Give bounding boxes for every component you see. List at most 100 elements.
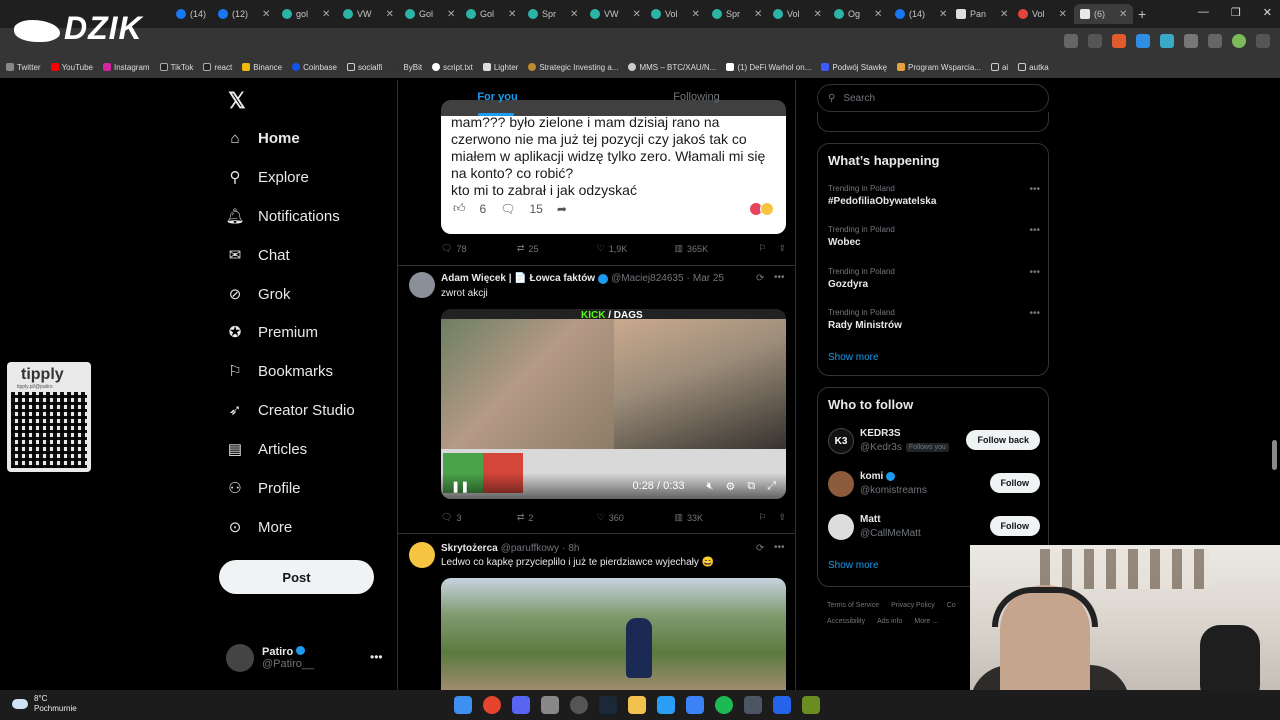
settings-gear-icon[interactable]: ⚙ [725, 480, 735, 493]
footer-link[interactable]: Accessibility [827, 618, 865, 625]
avatar[interactable] [409, 542, 435, 568]
bookmark-item[interactable]: Coinbase [292, 63, 337, 72]
x-logo-icon[interactable]: 𝕏 [228, 88, 246, 114]
app-icon[interactable] [686, 696, 704, 714]
star-icon[interactable] [1088, 34, 1102, 48]
tab-for-you[interactable]: For you [398, 80, 597, 116]
close-icon[interactable]: ✕ [508, 9, 516, 20]
close-icon[interactable]: ✕ [386, 9, 394, 20]
post-date[interactable]: Mar 25 [693, 273, 724, 284]
fullscreen-icon[interactable]: ⤢ [767, 480, 776, 493]
maximize-icon[interactable]: ❐ [1231, 6, 1241, 19]
repost-button[interactable]: ⇄ 25 [517, 243, 597, 254]
more-dots-icon[interactable]: ••• [1029, 225, 1040, 236]
more-dots-icon[interactable]: ••• [1029, 184, 1040, 195]
bookmark-item[interactable]: react [203, 63, 232, 72]
nav-home[interactable]: ⌂ Home [226, 129, 299, 147]
browser-tab[interactable]: Spr ✕ [528, 4, 578, 24]
footer-link[interactable]: Co [947, 602, 956, 609]
minimize-icon[interactable]: — [1198, 6, 1209, 19]
footer-link[interactable]: Privacy Policy [891, 602, 935, 609]
avatar[interactable] [409, 272, 435, 298]
close-icon[interactable]: ✕ [262, 9, 270, 20]
pause-icon[interactable]: ❚❚ [451, 480, 469, 493]
playlist-icon[interactable] [1208, 34, 1222, 48]
profile-icon[interactable] [1232, 34, 1246, 48]
grok-icon[interactable]: ⟳ [756, 543, 764, 554]
address-bar[interactable] [0, 28, 1280, 56]
chrome-icon[interactable] [483, 696, 501, 714]
more-dots-icon[interactable]: ••• [1029, 308, 1040, 319]
close-icon[interactable]: ✕ [939, 9, 947, 20]
bookmark-item[interactable]: ByBit [392, 63, 422, 72]
post-handle[interactable]: @paruffkowy [501, 543, 559, 554]
more-dots-icon[interactable]: ••• [1029, 267, 1040, 278]
new-tab-button[interactable]: + [1138, 4, 1146, 24]
embedded-screenshot[interactable]: mam??? było zielone i mam dzisiaj rano n… [441, 100, 786, 234]
show-more-link[interactable]: Show more [828, 352, 879, 363]
post-date[interactable]: 8h [568, 543, 579, 554]
browser-tab[interactable]: Pan ✕ [956, 4, 1008, 24]
file-explorer-icon[interactable] [628, 696, 646, 714]
follow-button[interactable]: Follow [989, 516, 1040, 536]
bookmark-item[interactable]: Lighter [482, 63, 518, 72]
browser-tab[interactable]: Og ✕ [834, 4, 882, 24]
follow-suggestion[interactable]: komi @komistreams Follow [828, 467, 1040, 503]
windows-start-icon[interactable] [454, 696, 472, 714]
browser-tab[interactable]: Vol ✕ [1018, 4, 1067, 24]
bookmark-item[interactable]: (1) DeFi Warhol on... [726, 63, 811, 72]
menu-icon[interactable] [1256, 34, 1270, 48]
browser-tab[interactable]: VW ✕ [590, 4, 641, 24]
bookmark-folder[interactable]: ai [990, 63, 1008, 72]
grok-icon[interactable]: ⟳ [756, 273, 764, 284]
close-icon[interactable]: ✕ [874, 9, 882, 20]
nav-notifications[interactable]: 🔔︎ Notifications [225, 207, 339, 226]
obs-icon[interactable] [570, 696, 588, 714]
search-input[interactable]: ⚲ Search [817, 84, 1049, 112]
discord-icon[interactable] [512, 696, 530, 714]
app-icon[interactable] [657, 696, 675, 714]
post-handle[interactable]: @Maciej824635 [611, 273, 683, 284]
follow-back-button[interactable]: Follow back [966, 430, 1040, 450]
scrollbar-thumb[interactable] [1272, 440, 1277, 470]
bookmark-folder[interactable]: socialfi [346, 63, 382, 72]
post-button[interactable]: Post [219, 560, 374, 594]
browser-tab[interactable]: Gol ✕ [405, 4, 455, 24]
nav-explore[interactable]: ⚲ Explore [226, 168, 309, 187]
translate-icon[interactable] [1160, 34, 1174, 48]
browser-tab[interactable]: (14)✕ [895, 4, 947, 24]
follow-suggestion[interactable]: Matt @CallMeMatt Follow [828, 510, 1040, 546]
close-icon[interactable]: ✕ [1059, 9, 1067, 20]
post-author[interactable]: Adam Więcek | 📄 Łowca faktów [441, 273, 595, 284]
views-button[interactable]: ▥ 365K [675, 243, 759, 254]
browser-tab[interactable]: (12) ✕ [218, 4, 270, 24]
close-window-icon[interactable]: ✕ [1263, 6, 1272, 19]
reply-button[interactable]: 🗨︎ 78 [441, 243, 517, 254]
app-icon[interactable] [541, 696, 559, 714]
close-icon[interactable]: ✕ [570, 9, 578, 20]
bookmark-icon[interactable]: ⚐ [758, 512, 766, 523]
browser-tab-active[interactable]: (6) ✕ [1074, 4, 1134, 24]
footer-link[interactable]: Ads info [877, 618, 902, 625]
close-icon[interactable]: ✕ [1000, 9, 1008, 20]
follow-suggestion[interactable]: K3 KEDR3S @Kedr3s Follows you Follow back [828, 424, 1040, 460]
nav-bookmarks[interactable]: ⚐ Bookmarks [226, 362, 333, 381]
bookmark-item[interactable]: Instagram [103, 63, 150, 72]
steam-icon[interactable] [599, 696, 617, 714]
close-icon[interactable]: ✕ [1119, 9, 1127, 20]
trend-item[interactable]: Trending in Poland Rady Ministrów ••• [828, 308, 1040, 331]
extension-icon[interactable] [1136, 34, 1150, 48]
bookmark-item[interactable]: script.txt [432, 63, 473, 72]
nav-more[interactable]: ⊙ More [226, 518, 292, 537]
post-author[interactable]: Skrytożerca [441, 543, 498, 554]
close-icon[interactable]: ✕ [633, 9, 641, 20]
browser-tab[interactable]: VW ✕ [343, 4, 394, 24]
bookmark-item[interactable]: Twitter [6, 63, 41, 72]
install-icon[interactable] [1064, 34, 1078, 48]
views-button[interactable]: ▥ 33K [675, 512, 759, 523]
close-icon[interactable]: ✕ [447, 9, 455, 20]
trend-item[interactable]: Trending in Poland Wobec ••• [828, 225, 1040, 248]
show-more-link[interactable]: Show more [828, 560, 879, 571]
close-icon[interactable]: ✕ [754, 9, 762, 20]
close-icon[interactable]: ✕ [692, 9, 700, 20]
